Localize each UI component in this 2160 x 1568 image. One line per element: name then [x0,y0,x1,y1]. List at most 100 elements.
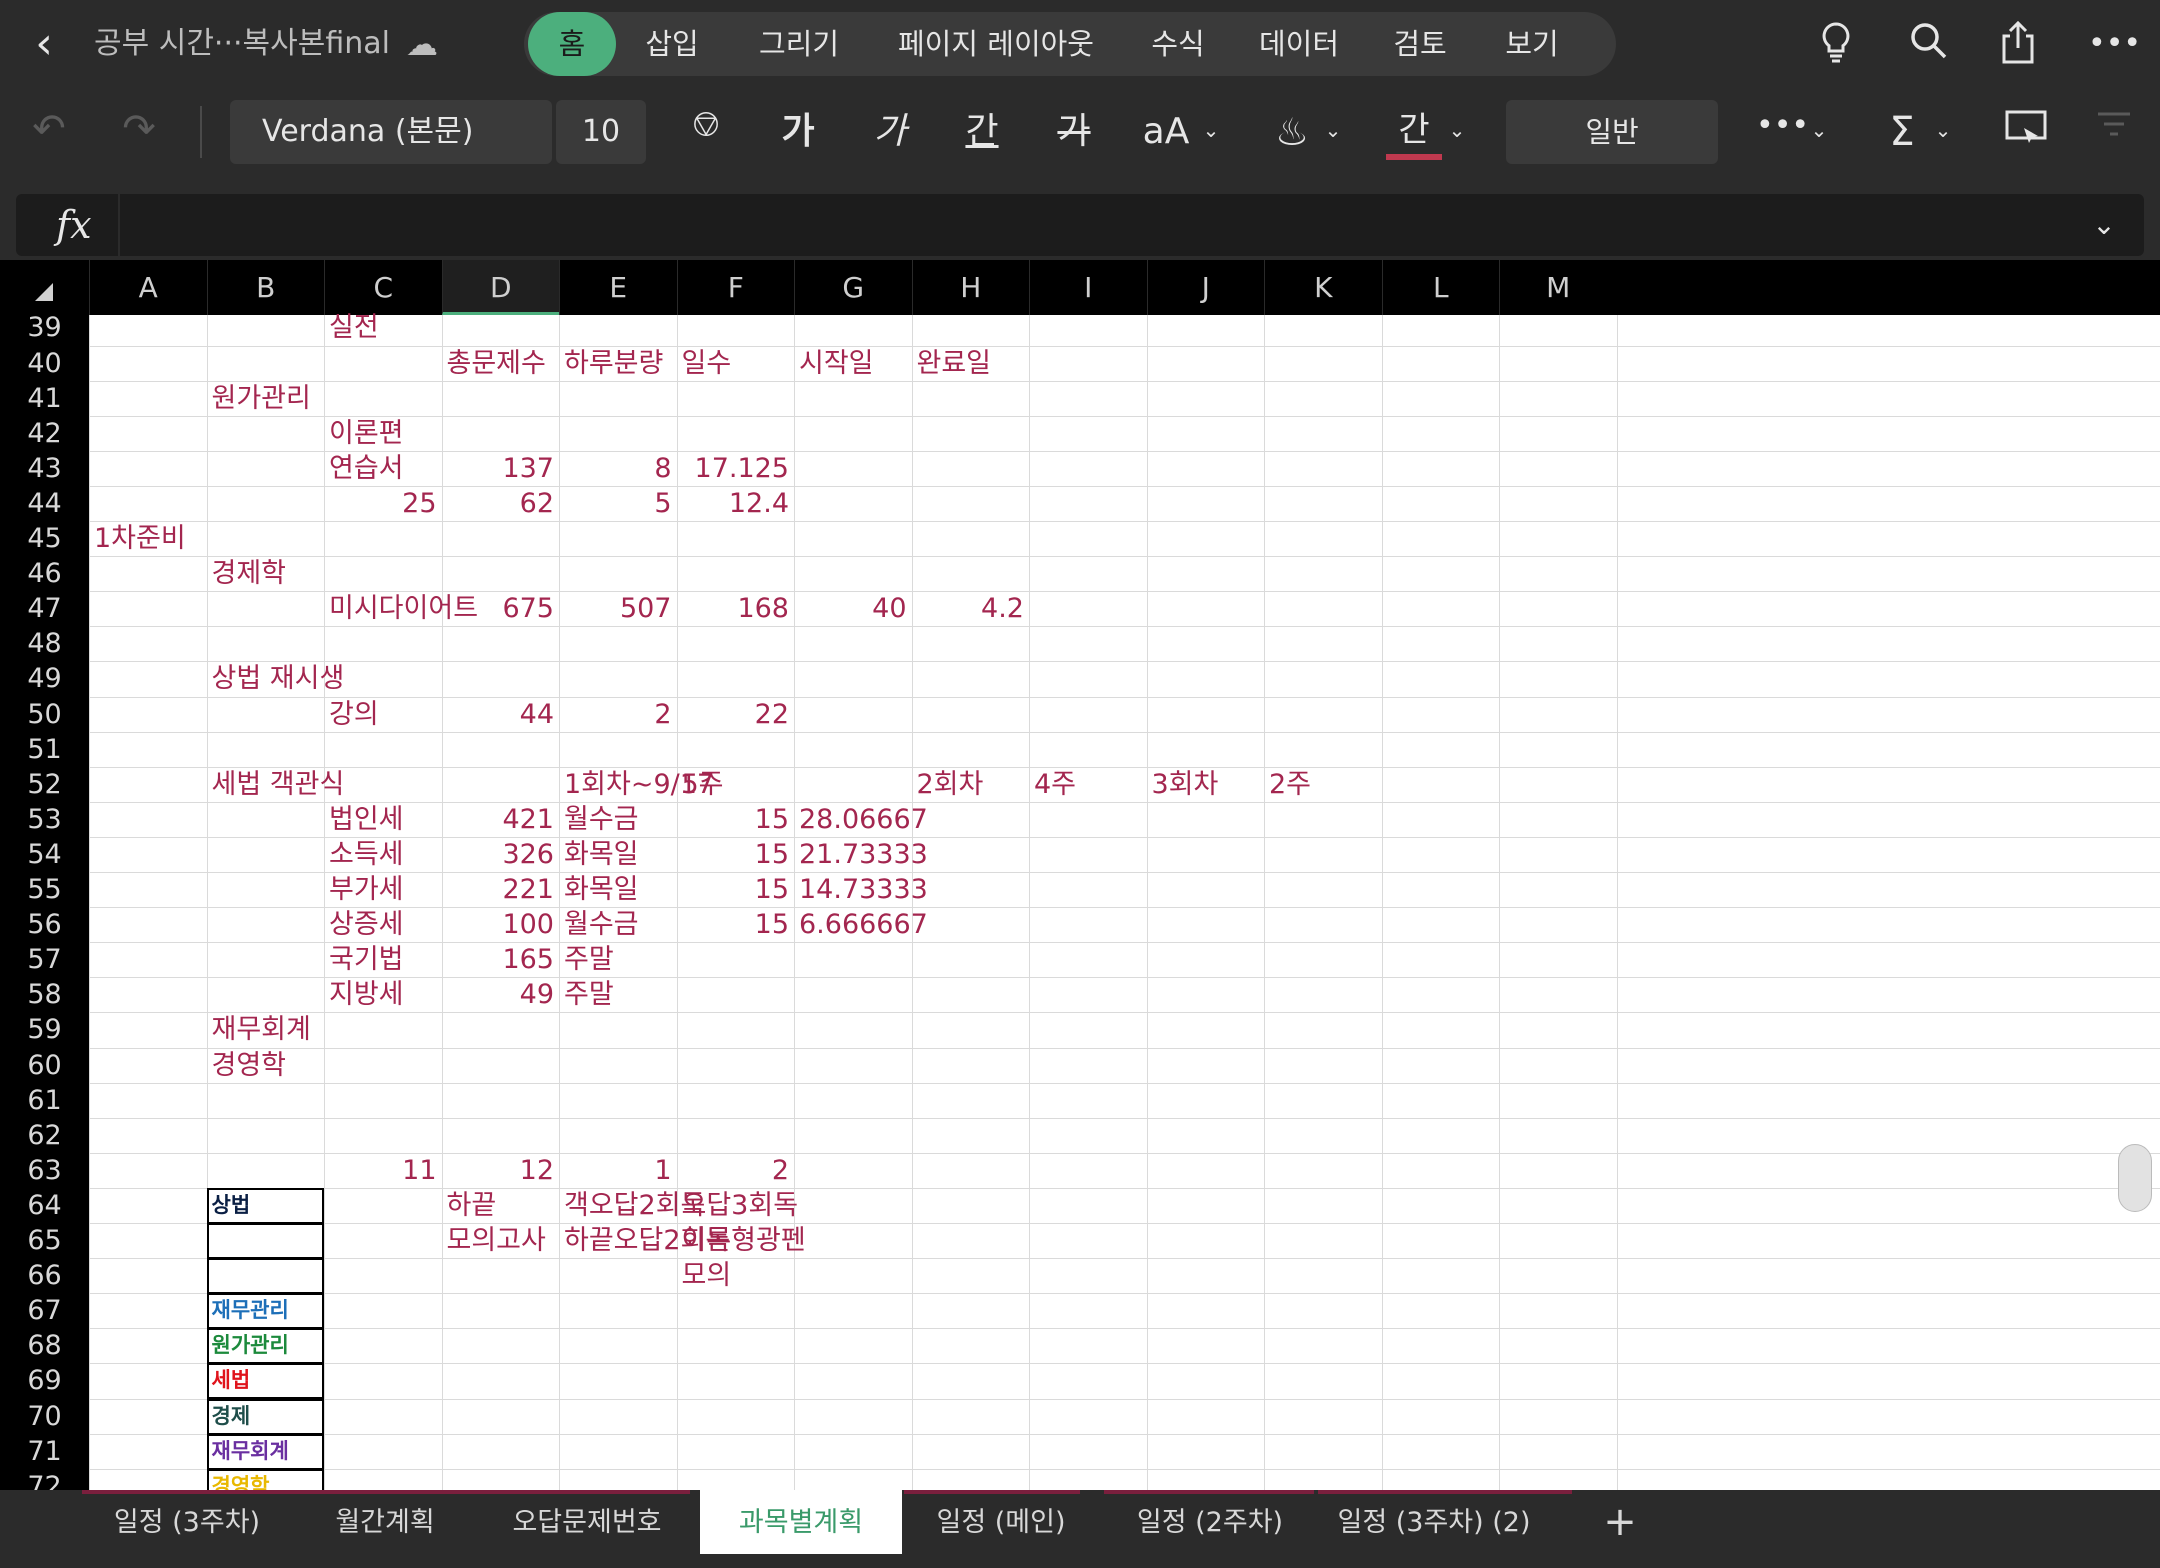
filter-icon[interactable] [2090,108,2138,156]
row-header-39[interactable]: 39 [0,310,89,345]
tab-review[interactable]: 검토 [1370,12,1470,76]
italic-button[interactable]: 가 [862,104,918,160]
cell-c56[interactable]: 상증세 [324,907,442,942]
cell-d53[interactable]: 421 [442,802,560,837]
cell-f50[interactable]: 22 [677,697,795,732]
cell-c44[interactable]: 25 [324,486,442,521]
row-header-49[interactable]: 49 [0,661,89,696]
row-header-61[interactable]: 61 [0,1083,89,1118]
tab-formulas[interactable]: 수식 [1128,12,1228,76]
row-header-58[interactable]: 58 [0,977,89,1012]
column-header-h[interactable]: H [911,260,1030,315]
column-header-j[interactable]: J [1146,260,1265,315]
cell-c58[interactable]: 지방세 [324,977,442,1012]
cell-e44[interactable]: 5 [559,486,677,521]
row-header-55[interactable]: 55 [0,872,89,907]
cell-e64[interactable]: 객오답2회독 [559,1188,705,1223]
row-header-71[interactable]: 71 [0,1434,89,1469]
cell-g54[interactable]: 21.73333 [794,837,928,872]
row-header-59[interactable]: 59 [0,1012,89,1047]
cell-f63[interactable]: 2 [677,1153,795,1188]
cell-c43[interactable]: 연습서 [324,451,442,486]
cell-b46[interactable]: 경제학 [207,556,325,591]
cell-d47[interactable]: 675 [442,591,560,626]
cell-d55[interactable]: 221 [442,872,560,907]
spreadsheet-grid[interactable]: ABCDEFGHIJKLM 39 40 41 42 43 44 45 46 47 48 49 50 51… [0,260,2160,1490]
cell-c47[interactable]: 미시다이어트 [324,591,478,626]
cell-e40[interactable]: 하루분량 [559,346,677,381]
row-header-41[interactable]: 41 [0,381,89,416]
cell-f54[interactable]: 15 [677,837,795,872]
row-header-66[interactable]: 66 [0,1258,89,1293]
strikethrough-button[interactable]: 가 [1046,104,1102,160]
sheet-tab-4[interactable]: 과목별계획 [700,1490,902,1554]
row-header-60[interactable]: 60 [0,1048,89,1083]
column-header-f[interactable]: F [676,260,795,315]
screen-cast-icon[interactable] [2002,108,2050,156]
cell-g47[interactable]: 40 [794,591,912,626]
cell-e47[interactable]: 507 [559,591,677,626]
column-header-g[interactable]: G [794,260,912,315]
cell-h40[interactable]: 완료일 [912,346,1030,381]
sheet-tab-2[interactable]: 월간계획 [300,1490,470,1568]
cell-e56[interactable]: 월수금 [559,907,677,942]
cell-e53[interactable]: 월수금 [559,802,677,837]
formula-bar[interactable]: fx ⌄ [16,194,2144,256]
cell-c50[interactable]: 강의 [324,697,442,732]
sheet-tab-1[interactable]: 일정 (3주차) [92,1490,282,1568]
row-header-64[interactable]: 64 [0,1188,89,1223]
cell-a45[interactable]: 1차준비 [89,521,207,556]
cell-f52[interactable]: 5주 [677,767,795,802]
more-ribbon-icon[interactable]: ••• [1756,108,1809,156]
row-header-48[interactable]: 48 [0,626,89,661]
cell-g53[interactable]: 28.06667 [794,802,928,837]
column-header-d[interactable]: D [441,260,559,315]
cell-d40[interactable]: 총문제수 [442,346,560,381]
font-size-adjust-button[interactable]: aA [1138,104,1194,160]
format-painter-icon[interactable]: ⎊ [684,104,728,160]
row-header-45[interactable]: 45 [0,521,89,556]
cell-e50[interactable]: 2 [559,697,677,732]
cell-i52[interactable]: 4주 [1029,767,1147,802]
share-icon[interactable] [1994,20,2042,68]
row-header-68[interactable]: 68 [0,1328,89,1363]
column-header-k[interactable]: K [1264,260,1382,315]
cell-d58[interactable]: 49 [442,977,560,1012]
vertical-scroll-thumb[interactable] [2118,1144,2152,1212]
cell-d50[interactable]: 44 [442,697,560,732]
cell-f43[interactable]: 17.125 [677,451,795,486]
row-header-53[interactable]: 53 [0,802,89,837]
row-header-65[interactable]: 65 [0,1223,89,1258]
cell-g40[interactable]: 시작일 [794,346,912,381]
cell-c42[interactable]: 이론편 [324,416,442,451]
underline-button[interactable]: 간 [954,104,1010,160]
row-header-50[interactable]: 50 [0,697,89,732]
cell-b68[interactable]: 원가관리 [207,1328,325,1363]
cell-e54[interactable]: 화목일 [559,837,677,872]
font-color-button[interactable]: 간 [1386,104,1442,160]
cell-f64[interactable]: 오답3회독 [677,1188,799,1223]
cell-b59[interactable]: 재무회계 [207,1012,325,1047]
row-header-63[interactable]: 63 [0,1153,89,1188]
row-header-54[interactable]: 54 [0,837,89,872]
column-header-a[interactable]: A [89,260,207,315]
fill-color-icon[interactable]: ♨ [1264,104,1320,160]
autosum-icon[interactable]: Σ [1880,104,1924,160]
column-header-l[interactable]: L [1381,260,1500,315]
cell-d64[interactable]: 하끝 [442,1188,560,1223]
chevron-down-icon[interactable]: ⌄ [1930,118,1956,148]
cell-d57[interactable]: 165 [442,942,560,977]
row-header-62[interactable]: 62 [0,1118,89,1153]
cell-f65[interactable]: 이론형광펜 [677,1223,806,1258]
cell-c55[interactable]: 부가세 [324,872,442,907]
lightbulb-icon[interactable] [1812,20,1860,68]
row-header-69[interactable]: 69 [0,1363,89,1398]
tab-view[interactable]: 보기 [1482,12,1582,76]
row-header-57[interactable]: 57 [0,942,89,977]
cell-h52[interactable]: 2회차 [912,767,1030,802]
row-header-46[interactable]: 46 [0,556,89,591]
sheet-tab-5[interactable]: 일정 (메인) [920,1490,1082,1568]
row-header-40[interactable]: 40 [0,346,89,381]
row-header-43[interactable]: 43 [0,451,89,486]
column-header-i[interactable]: I [1029,260,1147,315]
